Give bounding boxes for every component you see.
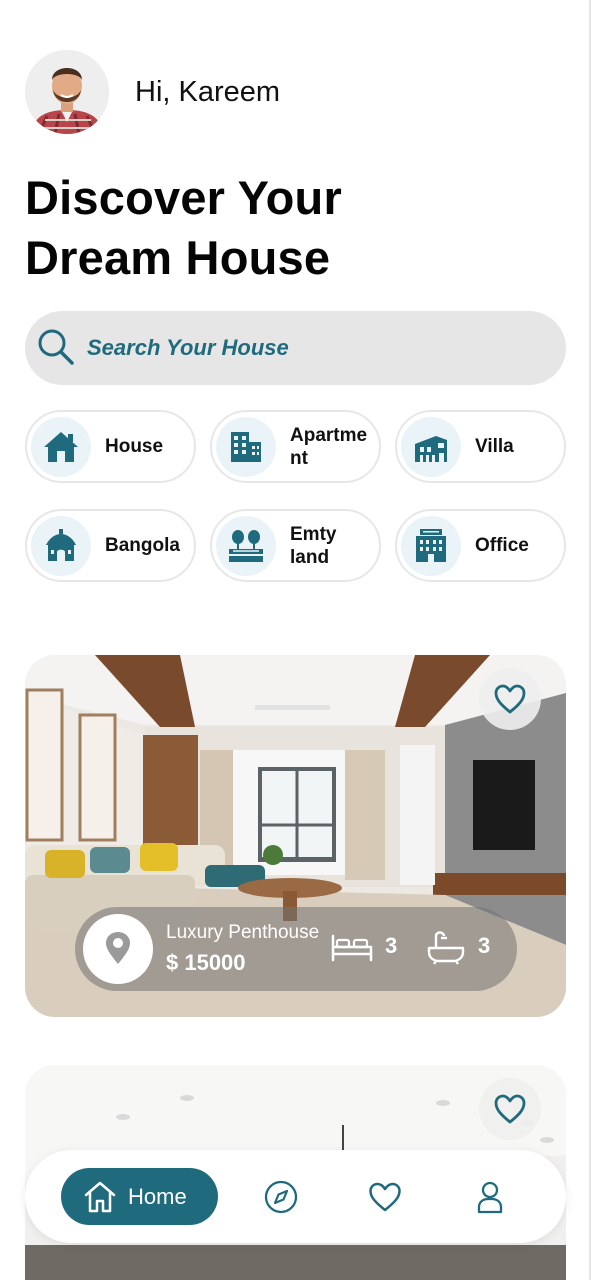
avatar-image — [25, 50, 109, 134]
nav-home-button[interactable]: Home — [61, 1168, 218, 1225]
category-label: Villa — [475, 436, 514, 457]
page-title-line-1: Discover Your — [25, 171, 342, 224]
location-pin-icon — [106, 932, 130, 964]
bedroom-count: 3 — [385, 933, 398, 958]
bed-icon — [331, 934, 373, 962]
category-label: Bangola — [105, 535, 180, 556]
nav-home-label: Home — [128, 1184, 187, 1209]
category-label: Apartme nt — [290, 424, 368, 469]
heart-icon — [494, 684, 526, 714]
category-apartment[interactable]: Apartme nt — [210, 410, 381, 483]
category-icon-bg — [216, 516, 276, 576]
page-title-line-2: Dream House — [25, 231, 331, 284]
house-icon — [44, 432, 78, 462]
favorite-button[interactable] — [479, 668, 541, 730]
page-title: Discover Your Dream House — [25, 168, 342, 288]
category-icon-bg — [401, 417, 461, 477]
category-label: House — [105, 436, 164, 457]
listing-card[interactable]: Luxury Penthouse $ 15000 3 3 — [25, 655, 566, 1017]
category-icon-bg — [31, 516, 91, 576]
category-label: Office — [475, 535, 529, 556]
category-icon-bg — [31, 417, 91, 477]
location-button[interactable] — [83, 914, 153, 984]
bathroom-count: 3 — [478, 933, 491, 958]
avatar[interactable] — [25, 50, 109, 134]
apartment-icon — [231, 432, 261, 462]
search-bar[interactable]: Search Your House — [25, 311, 566, 385]
category-icon-bg — [401, 516, 461, 576]
category-bungalow[interactable]: Bangola — [25, 509, 196, 582]
favorites-heart-icon[interactable] — [368, 1181, 402, 1213]
category-office[interactable]: Office — [395, 509, 566, 582]
villa-icon — [415, 436, 447, 462]
bath-icon — [427, 931, 465, 965]
category-icon-bg — [216, 417, 276, 477]
category-label: Emty land — [290, 523, 337, 568]
category-empty-land[interactable]: Emty land — [210, 509, 381, 582]
listing-info-bar: Luxury Penthouse $ 15000 3 3 — [75, 907, 517, 991]
explore-compass-icon[interactable] — [264, 1180, 298, 1214]
listing-price: $ 15000 — [166, 950, 246, 975]
listing-name: Luxury Penthouse — [166, 922, 320, 943]
heart-icon — [494, 1094, 526, 1124]
bottom-navigation: Home — [25, 1150, 566, 1243]
favorite-button[interactable] — [479, 1078, 541, 1140]
greeting-text: Hi, Kareem — [135, 76, 281, 108]
home-icon — [84, 1181, 116, 1213]
category-villa[interactable]: Villa — [395, 410, 566, 483]
office-icon — [416, 529, 446, 562]
profile-user-icon[interactable] — [473, 1180, 507, 1214]
search-input[interactable]: Search Your House — [87, 335, 289, 361]
category-house[interactable]: House — [25, 410, 196, 483]
land-icon — [229, 530, 263, 562]
bungalow-icon — [46, 529, 76, 561]
search-icon — [38, 329, 74, 365]
